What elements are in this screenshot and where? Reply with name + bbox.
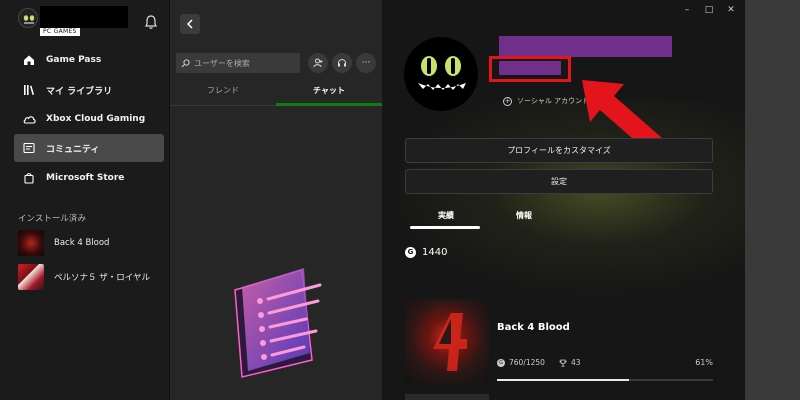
game-thumbnail	[18, 230, 44, 256]
customize-profile-button[interactable]: プロフィールをカスタマイズ	[405, 138, 713, 163]
chevron-left-icon	[186, 19, 193, 29]
library-icon	[22, 83, 36, 97]
sidebar: PC GAMES Game Pass マイ ライブラリ Xbox Cloud G…	[0, 0, 170, 400]
tab-friends[interactable]: フレンド	[170, 80, 276, 105]
maximize-button[interactable]: □	[701, 4, 717, 16]
pc-games-badge: PC GAMES	[40, 28, 80, 36]
nav-label: Microsoft Store	[46, 173, 125, 183]
nav-game-pass[interactable]: Game Pass	[14, 46, 164, 74]
installed-section-label: インストール済み	[18, 214, 86, 224]
profile-panel: – □ ✕ + ソーシャル アカウントを プロフィールをカスタマイズ 設定 実績…	[382, 0, 745, 400]
user-search-box[interactable]	[176, 53, 300, 73]
nav-cloud-gaming[interactable]: Xbox Cloud Gaming	[14, 105, 164, 133]
nav-my-library[interactable]: マイ ライブラリ	[14, 76, 164, 104]
store-icon	[22, 171, 36, 185]
nav-label: Game Pass	[46, 55, 102, 65]
add-person-icon	[313, 58, 323, 68]
gamerscore: G 1440	[405, 247, 447, 258]
social-tabs: フレンド チャット	[170, 80, 382, 106]
background-gutter	[745, 0, 800, 400]
tab-chat[interactable]: チャット	[276, 80, 382, 106]
game-art	[405, 299, 489, 383]
active-tab-indicator	[410, 226, 480, 229]
installed-back-4-blood[interactable]: Back 4 Blood	[18, 229, 168, 257]
add-friend-button[interactable]	[308, 53, 328, 73]
achievement-game-card[interactable]: Back 4 Blood G 760/1250 43 61%	[405, 299, 715, 385]
back-button[interactable]	[180, 14, 200, 34]
highlight-frame	[489, 56, 571, 82]
monster-face-icon	[418, 56, 466, 90]
party-button[interactable]	[332, 53, 352, 73]
achievement-count: 43	[570, 358, 581, 367]
trophy-icon	[559, 359, 567, 367]
empty-chat-illustration	[230, 265, 330, 380]
headset-icon	[338, 59, 346, 67]
gamerscore-icon: G	[405, 247, 416, 258]
nav-community[interactable]: コミュニティ	[14, 134, 164, 162]
nav-label: マイ ライブラリ	[46, 86, 113, 97]
community-icon	[22, 141, 36, 155]
window-controls: – □ ✕	[679, 4, 739, 16]
redacted-gamertag	[499, 36, 672, 57]
home-icon	[22, 53, 36, 67]
installed-persona-5-royal[interactable]: ペルソナ５ ザ・ロイヤル	[18, 263, 168, 291]
profile-avatar[interactable]	[404, 37, 478, 111]
search-input[interactable]	[194, 58, 294, 68]
more-options-button[interactable]: ···	[356, 53, 376, 73]
completion-percent: 61%	[695, 358, 713, 367]
background-glow	[382, 100, 745, 300]
settings-button[interactable]: 設定	[405, 169, 713, 194]
installed-label: Back 4 Blood	[54, 238, 110, 248]
progress-fill	[497, 379, 629, 381]
plus-circle-icon: +	[503, 96, 512, 106]
game-stats: G 760/1250 43	[497, 358, 580, 367]
close-button[interactable]: ✕	[723, 4, 739, 16]
installed-label: ペルソナ５ ザ・ロイヤル	[54, 273, 150, 283]
nav-label: コミュニティ	[46, 144, 100, 155]
more-icon: ···	[361, 58, 371, 68]
tab-info[interactable]: 情報	[516, 210, 532, 221]
progress-track	[497, 379, 713, 381]
game-score: 760/1250	[509, 358, 545, 367]
cloud-icon	[22, 112, 36, 126]
avatar-icon	[18, 8, 38, 28]
gamerscore-small-icon: G	[497, 358, 505, 367]
nav-microsoft-store[interactable]: Microsoft Store	[14, 164, 164, 192]
redacted-username	[40, 6, 128, 28]
nav-label: Xbox Cloud Gaming	[46, 114, 146, 124]
gamerscore-value: 1440	[422, 247, 448, 258]
tab-achievements[interactable]: 実績	[438, 210, 454, 221]
next-game-card[interactable]	[405, 394, 489, 400]
minimize-button[interactable]: –	[679, 4, 695, 16]
profile-tabs: 実績 情報	[410, 210, 610, 230]
game-thumbnail	[18, 264, 44, 290]
search-icon	[181, 58, 190, 67]
notification-bell-icon[interactable]	[143, 14, 159, 30]
social-panel: ··· フレンド チャット	[170, 0, 382, 400]
game-title: Back 4 Blood	[497, 322, 570, 333]
